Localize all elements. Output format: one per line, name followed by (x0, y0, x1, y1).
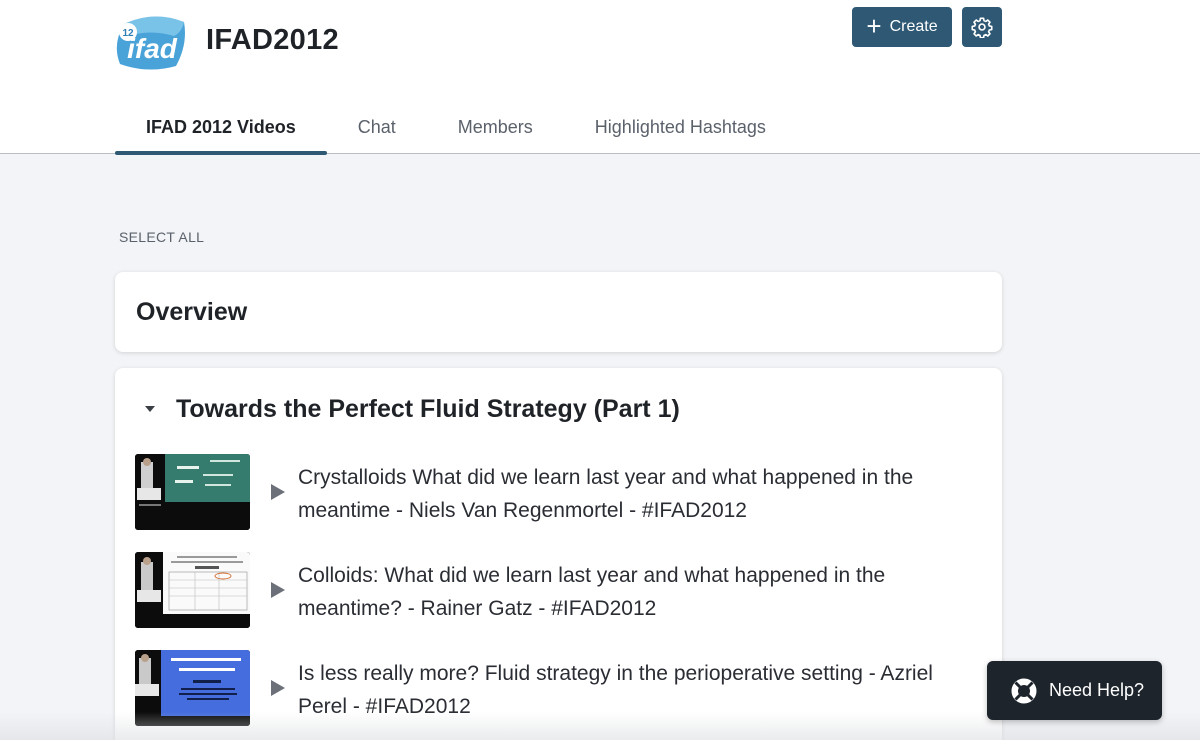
video-thumbnail[interactable] (135, 454, 250, 530)
header: 12 ifad IFAD2012 + Create IFAD 2012 Vide… (0, 0, 1200, 155)
lifebuoy-icon (1010, 677, 1038, 704)
tab-highlighted-hashtags[interactable]: Highlighted Hashtags (564, 100, 797, 154)
video-thumbnail[interactable] (135, 650, 250, 726)
video-item[interactable]: Crystalloids What did we learn last year… (135, 454, 975, 530)
section-card: Towards the Perfect Fluid Strategy (Part… (115, 368, 1002, 740)
section-title: Towards the Perfect Fluid Strategy (Part… (176, 395, 680, 423)
svg-text:ifad: ifad (127, 33, 178, 64)
settings-button[interactable] (962, 7, 1002, 47)
gear-icon (971, 17, 993, 38)
play-icon (271, 484, 285, 500)
need-help-label: Need Help? (1049, 680, 1145, 700)
video-title[interactable]: Colloids: What did we learn last year an… (298, 559, 958, 625)
video-item[interactable]: Is less really more? Fluid strategy in t… (135, 650, 975, 726)
video-title[interactable]: Crystalloids What did we learn last year… (298, 461, 958, 527)
tab-ifad-2012-videos[interactable]: IFAD 2012 Videos (115, 100, 327, 155)
ifad-logo[interactable]: 12 ifad (114, 14, 186, 72)
create-button-label: Create (889, 18, 938, 35)
need-help-button[interactable]: Need Help? (987, 661, 1162, 720)
caret-down-icon[interactable] (143, 404, 157, 414)
overview-title: Overview (136, 298, 248, 326)
tab-bar: IFAD 2012 Videos Chat Members Highlighte… (115, 100, 797, 155)
overview-card[interactable]: Overview (115, 272, 1002, 352)
play-icon (271, 680, 285, 696)
play-icon (271, 582, 285, 598)
plus-icon: + (866, 11, 882, 41)
create-button[interactable]: + Create (852, 7, 952, 47)
select-all-link[interactable]: SELECT ALL (119, 229, 204, 245)
video-item[interactable]: Colloids: What did we learn last year an… (135, 552, 975, 628)
video-title[interactable]: Is less really more? Fluid strategy in t… (298, 657, 958, 723)
tab-chat[interactable]: Chat (327, 100, 427, 154)
tab-members[interactable]: Members (427, 100, 564, 154)
group-title: IFAD2012 (206, 24, 339, 56)
video-thumbnail[interactable] (135, 552, 250, 628)
